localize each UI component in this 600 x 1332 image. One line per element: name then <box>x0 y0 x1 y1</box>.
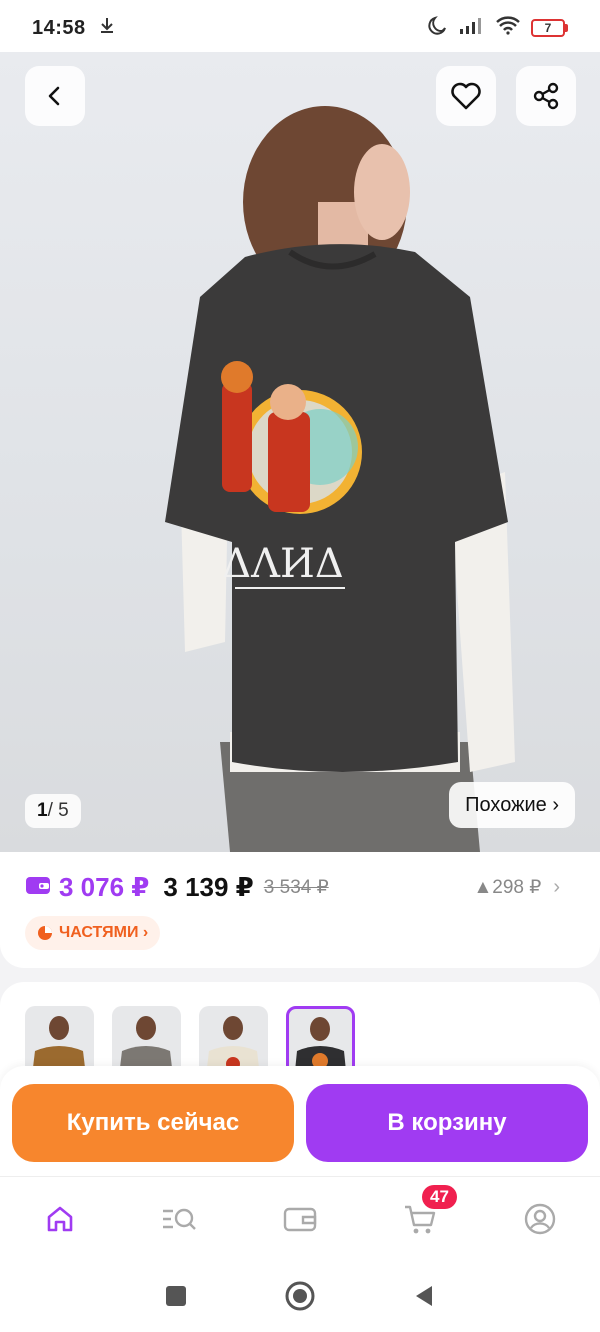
wallet-price: 3 076 ₽ <box>59 872 150 902</box>
image-counter-current: 1 <box>37 800 48 821</box>
price-history[interactable]: ▲298 ₽ › <box>473 876 560 899</box>
catalog-search-icon <box>163 1208 196 1230</box>
battery-icon: 7 <box>531 19 568 37</box>
nav-catalog[interactable] <box>150 1189 210 1249</box>
nav-cart[interactable]: 47 <box>390 1184 457 1249</box>
moon-icon <box>427 14 449 42</box>
pie-icon <box>38 926 52 940</box>
svg-text:ΔΛИΔ: ΔΛИΔ <box>222 541 344 587</box>
profile-icon <box>524 1203 556 1234</box>
back-button[interactable] <box>25 66 85 126</box>
chevron-left-icon <box>48 86 60 106</box>
share-icon <box>533 82 559 110</box>
installments-label: ЧАСТЯМИ › <box>59 924 149 941</box>
add-to-cart-button[interactable]: В корзину <box>306 1084 588 1162</box>
favorite-button[interactable] <box>436 66 496 126</box>
wallet-icon <box>25 874 51 901</box>
home-system-icon[interactable] <box>284 1280 316 1312</box>
similar-button[interactable]: Похожие › <box>449 782 575 828</box>
battery-level: 7 <box>531 19 565 37</box>
signal-icon <box>459 15 485 41</box>
nav-wallet[interactable] <box>270 1189 330 1249</box>
nav-profile[interactable] <box>510 1189 570 1249</box>
product-image[interactable]: ΔΛИΔ 1 / 5 Похожие › <box>0 52 600 852</box>
share-button[interactable] <box>516 66 576 126</box>
recents-icon[interactable] <box>164 1284 188 1308</box>
product-photo: ΔΛИΔ <box>165 106 515 852</box>
home-icon <box>47 1206 73 1231</box>
product-screen: 14:58 7 ΔΛИΔ 1 / 5 Похожие › 3 076 ₽ 3 1… <box>0 0 600 1332</box>
cart-badge: 47 <box>422 1184 457 1209</box>
heart-icon <box>451 82 481 110</box>
status-time: 14:58 <box>32 16 86 39</box>
system-nav <box>0 1260 600 1332</box>
old-price: 3 534 ₽ <box>263 877 329 898</box>
image-counter: 1 / 5 <box>25 794 81 828</box>
price-row: 3 076 ₽ 3 139 ₽ 3 534 ₽ ▲298 ₽ › <box>25 872 560 903</box>
chevron-right-icon: › <box>553 876 560 898</box>
price-card: 3 076 ₽ 3 139 ₽ 3 534 ₽ ▲298 ₽ › ЧАСТЯМИ… <box>0 852 600 968</box>
nav-home[interactable] <box>30 1189 90 1249</box>
regular-price: 3 139 ₽ <box>163 872 254 902</box>
installments-badge[interactable]: ЧАСТЯМИ › <box>25 916 161 950</box>
image-counter-total: / 5 <box>47 800 69 821</box>
status-icons: 7 <box>427 14 568 42</box>
download-icon <box>98 16 116 40</box>
status-bar: 14:58 7 <box>0 0 600 56</box>
action-bar: Купить сейчас В корзину <box>0 1066 600 1176</box>
wallet-nav-icon <box>283 1207 317 1231</box>
buy-now-button[interactable]: Купить сейчас <box>12 1084 294 1162</box>
price-drop: ▲298 ₽ <box>473 877 542 898</box>
bottom-nav: 47 <box>0 1176 600 1260</box>
similar-label: Похожие › <box>465 793 559 816</box>
wifi-icon <box>495 15 521 41</box>
back-system-icon[interactable] <box>412 1284 436 1308</box>
